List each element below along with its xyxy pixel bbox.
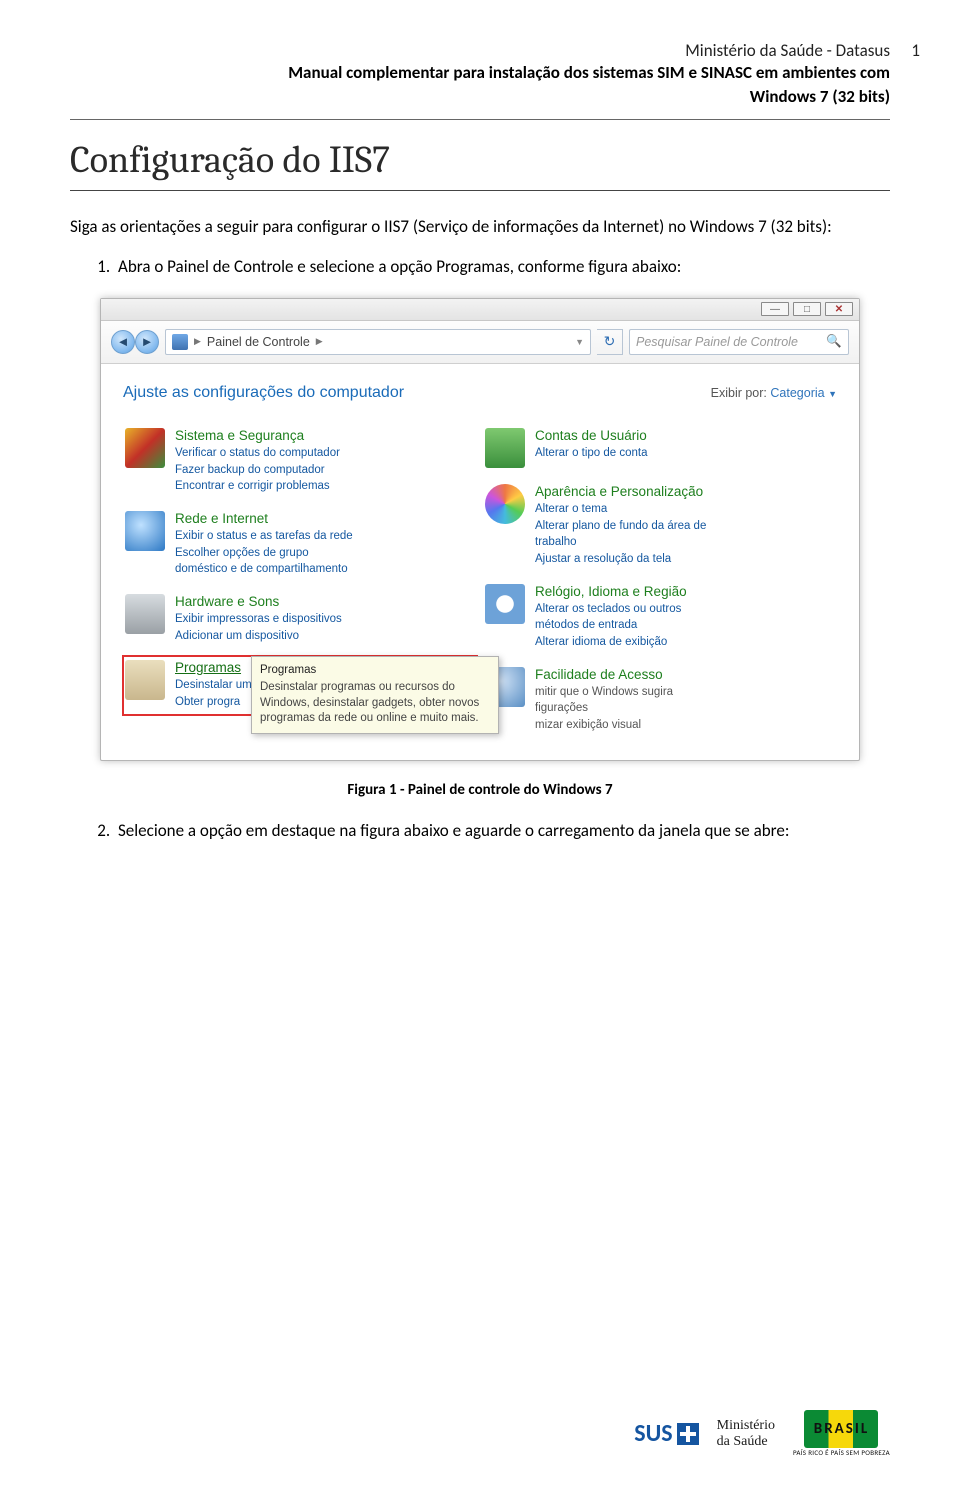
category-sub[interactable]: Alterar os teclados ou outros: [535, 601, 687, 618]
category-title: Sistema e Segurança: [175, 428, 340, 443]
back-button[interactable]: ◄: [111, 330, 135, 354]
step-1: Abra o Painel de Controle e selecione a …: [114, 255, 890, 280]
header-ministerio-line: Ministério da Saúde - Datasus 1: [70, 40, 890, 61]
control-panel-icon: [172, 334, 188, 350]
category-sub[interactable]: Encontrar e corrigir problemas: [175, 478, 340, 495]
viewby-label: Exibir por:: [711, 386, 767, 400]
category-sub[interactable]: Fazer backup do computador: [175, 462, 340, 479]
title-underline: [70, 190, 890, 191]
brasil-flag-icon: BRASIL: [804, 1410, 878, 1448]
category-user-accounts[interactable]: Contas de Usuário Alterar o tipo de cont…: [483, 424, 837, 472]
control-panel-body: Ajuste as configurações do computador Ex…: [101, 364, 859, 760]
header-ministerio: Ministério da Saúde - Datasus: [685, 40, 890, 61]
plus-icon: [677, 1423, 699, 1445]
step-list: Abra o Painel de Controle e selecione a …: [70, 255, 890, 280]
category-sub: figurações: [535, 700, 673, 717]
category-ease-of-access[interactable]: Facilidade de Acesso mitir que o Windows…: [483, 663, 837, 738]
clock-icon: [485, 584, 525, 624]
brasil-slogan: PAÍS RICO É PAÍS SEM POBREZA: [793, 1448, 890, 1457]
control-panel-window: ◄ ► ▶ Painel de Controle ▶ ▼ ↻ Pesquisar…: [100, 298, 860, 761]
page-title: Configuração do IIS7: [70, 138, 890, 182]
category-sub[interactable]: trabalho: [535, 534, 706, 551]
page-header: Ministério da Saúde - Datasus 1 Manual c…: [70, 40, 890, 109]
category-sub[interactable]: Alterar plano de fundo da área de: [535, 518, 706, 535]
chevron-right-icon: ▶: [316, 336, 323, 347]
category-sub[interactable]: Exibir impressoras e dispositivos: [175, 611, 342, 628]
category-hardware-sound[interactable]: Hardware e Sons Exibir impressoras e dis…: [123, 590, 477, 648]
category-col-right: Contas de Usuário Alterar o tipo de cont…: [483, 424, 837, 738]
breadcrumb-text: Painel de Controle: [207, 335, 310, 349]
category-sub: mizar exibição visual: [535, 717, 673, 734]
search-placeholder: Pesquisar Painel de Controle: [636, 335, 798, 349]
search-icon: 🔍: [826, 334, 842, 349]
users-icon: [485, 428, 525, 468]
category-sub[interactable]: Exibir o status e as tarefas da rede: [175, 528, 353, 545]
ministerio-saude-logo: Ministério da Saúde: [717, 1418, 775, 1449]
forward-button[interactable]: ►: [135, 330, 159, 354]
sus-logo: SUS: [634, 1419, 698, 1448]
category-title: Relógio, Idioma e Região: [535, 584, 687, 599]
breadcrumb-bar[interactable]: ▶ Painel de Controle ▶ ▼: [165, 329, 591, 355]
brasil-gov-logo: BRASIL PAÍS RICO É PAÍS SEM POBREZA: [793, 1410, 890, 1457]
category-title: Hardware e Sons: [175, 594, 342, 609]
view-by[interactable]: Exibir por: Categoria ▼: [711, 386, 837, 400]
explorer-toolbar: ◄ ► ▶ Painel de Controle ▶ ▼ ↻ Pesquisar…: [101, 321, 859, 364]
page-number: 1: [911, 40, 920, 61]
step-list-2: Selecione a opção em destaque na figura …: [70, 819, 890, 844]
category-sub[interactable]: Alterar o tipo de conta: [535, 445, 648, 462]
refresh-button[interactable]: ↻: [597, 329, 623, 355]
category-sub[interactable]: Ajustar a resolução da tela: [535, 551, 706, 568]
printer-icon: [125, 594, 165, 634]
category-sub[interactable]: doméstico e de compartilhamento: [175, 561, 353, 578]
palette-icon: [485, 484, 525, 524]
category-sub[interactable]: Escolher opções de grupo: [175, 545, 353, 562]
category-title: Rede e Internet: [175, 511, 353, 526]
sus-text: SUS: [634, 1419, 672, 1448]
category-title: Aparência e Personalização: [535, 484, 706, 499]
tooltip-body: Desinstalar programas ou recursos do Win…: [260, 680, 490, 727]
step-2: Selecione a opção em destaque na figura …: [114, 819, 890, 844]
header-manual-line2: Windows 7 (32 bits): [70, 85, 890, 109]
box-icon: [125, 660, 165, 700]
chevron-right-icon: ▶: [194, 336, 201, 347]
category-title: Facilidade de Acesso: [535, 667, 673, 682]
category-network-internet[interactable]: Rede e Internet Exibir o status e as tar…: [123, 507, 477, 582]
chevron-down-icon[interactable]: ▼: [575, 337, 584, 347]
category-title: Contas de Usuário: [535, 428, 648, 443]
ms-line1: Ministério: [717, 1418, 775, 1433]
chevron-down-icon: ▼: [828, 389, 837, 399]
category-sub[interactable]: métodos de entrada: [535, 617, 687, 634]
category-system-security[interactable]: Sistema e Segurança Verificar o status d…: [123, 424, 477, 499]
header-separator: [70, 119, 890, 120]
category-sub[interactable]: Alterar idioma de exibição: [535, 634, 687, 651]
nav-buttons: ◄ ►: [111, 330, 159, 354]
shield-icon: [125, 428, 165, 468]
category-appearance[interactable]: Aparência e Personalização Alterar o tem…: [483, 480, 837, 572]
header-manual-line1: Manual complementar para instalação dos …: [70, 61, 890, 85]
brasil-text: BRASIL: [814, 1420, 869, 1438]
figure-caption: Figura 1 - Painel de controle do Windows…: [70, 781, 890, 799]
ms-line2: da Saúde: [717, 1434, 775, 1449]
minimize-button[interactable]: [761, 302, 789, 316]
category-sub[interactable]: Alterar o tema: [535, 501, 706, 518]
close-button[interactable]: [825, 302, 853, 316]
tooltip-title: Programas: [260, 663, 490, 679]
maximize-button[interactable]: [793, 302, 821, 316]
category-sub[interactable]: Adicionar um dispositivo: [175, 628, 342, 645]
category-clock-language[interactable]: Relógio, Idioma e Região Alterar os tecl…: [483, 580, 837, 655]
category-sub: mitir que o Windows sugira: [535, 684, 673, 701]
viewby-value: Categoria: [770, 386, 824, 400]
category-sub[interactable]: Verificar o status do computador: [175, 445, 340, 462]
window-titlebar: [101, 299, 859, 321]
cp-heading: Ajuste as configurações do computador: [123, 384, 404, 402]
programs-tooltip: Programas Desinstalar programas ou recur…: [251, 656, 499, 734]
search-input[interactable]: Pesquisar Painel de Controle 🔍: [629, 329, 849, 355]
globe-icon: [125, 511, 165, 551]
intro-paragraph: Siga as orientações a seguir para config…: [70, 215, 890, 240]
footer-logos: SUS Ministério da Saúde BRASIL PAÍS RICO…: [634, 1410, 890, 1457]
